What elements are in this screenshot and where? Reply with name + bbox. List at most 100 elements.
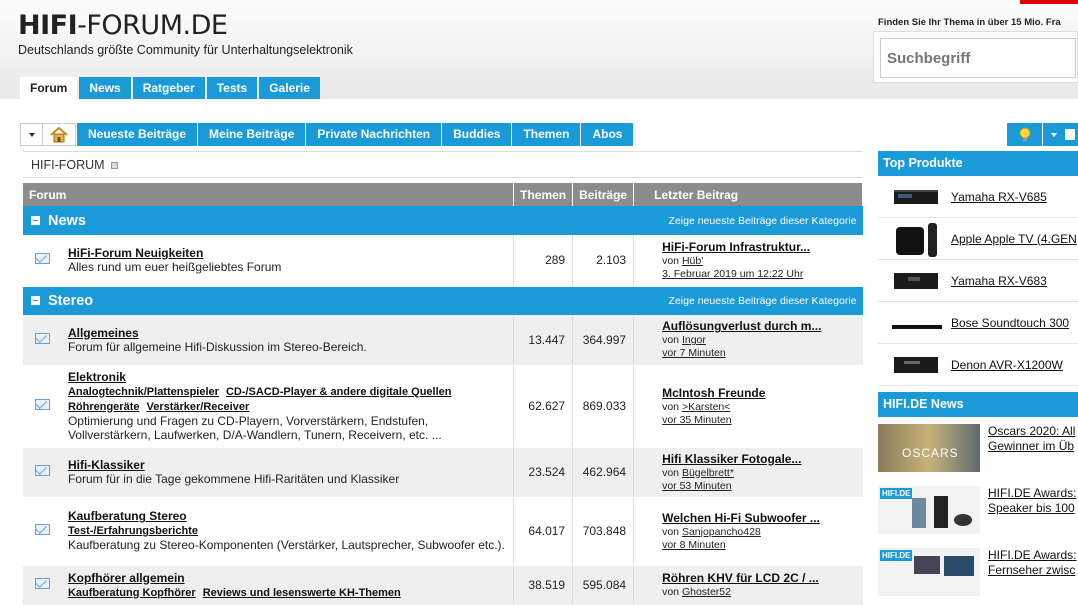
subforum-link[interactable]: Test-/Erfahrungsberichte — [68, 525, 198, 537]
tab-ratgeber[interactable]: Ratgeber — [132, 77, 205, 99]
last-post-user[interactable]: Ingor — [682, 334, 706, 346]
user-menu-button[interactable] — [1042, 123, 1078, 146]
last-post-von: von — [662, 254, 680, 267]
news-item[interactable]: OSCARS Oscars 2020: All Gewinner im Üb — [878, 417, 1078, 479]
last-post-title[interactable]: Röhren KHV für LCD 2C / ... — [662, 571, 862, 586]
lightbulb-icon — [1019, 127, 1031, 141]
nav-dropdown-button[interactable] — [20, 123, 42, 146]
home-icon — [50, 127, 68, 143]
last-post-title[interactable]: HiFi-Forum Infrastruktur... — [662, 240, 862, 255]
product-name[interactable]: Yamaha RX-V683 — [951, 274, 1047, 288]
last-post-title[interactable]: Hifi Klassiker Fotogale... — [662, 452, 862, 467]
product-name[interactable]: Apple Apple TV (4.GEN — [951, 232, 1077, 246]
last-post-time[interactable]: vor 8 Minuten — [662, 539, 862, 552]
forum-title[interactable]: Allgemeines — [68, 326, 507, 340]
col-beitraege-header: Beiträge — [572, 183, 635, 206]
last-post-user[interactable]: Hüb' — [682, 255, 703, 267]
last-post-time[interactable]: vor 7 Minuten — [662, 347, 862, 360]
category-name[interactable]: Stereo — [48, 293, 93, 309]
product-name[interactable]: Bose Soundtouch 300 — [951, 316, 1069, 330]
subforum-link[interactable]: Röhrengeräte — [68, 401, 140, 413]
last-post-title[interactable]: Auflösungverlust durch m... — [662, 319, 862, 334]
subforum-link[interactable]: Kaufberatung Kopfhörer — [68, 587, 196, 599]
product-item[interactable]: Bose Soundtouch 300 — [878, 302, 1078, 344]
tab-news[interactable]: News — [79, 77, 131, 99]
news-title-line1[interactable]: Oscars 2020: All — [988, 424, 1075, 439]
subnav-meine-beitraege[interactable]: Meine Beiträge — [197, 123, 306, 146]
breadcrumb-root[interactable]: HIFI-FORUM — [31, 158, 105, 172]
news-title-line1[interactable]: HIFI.DE Awards: — [988, 548, 1076, 563]
col-forum-header: Forum — [23, 183, 515, 206]
last-post-user[interactable]: Ghoster52 — [682, 586, 731, 598]
news-title-line2[interactable]: Gewinner im Üb — [988, 439, 1075, 454]
user-tools — [1006, 123, 1078, 146]
tab-tests[interactable]: Tests — [206, 77, 258, 99]
last-post: Hifi Klassiker Fotogale... von Bügelbrett… — [633, 447, 863, 498]
home-button[interactable] — [42, 123, 76, 146]
search-box — [873, 31, 1078, 83]
last-post-time[interactable]: vor 53 Minuten — [662, 480, 862, 493]
forum-status — [23, 315, 62, 366]
tab-forum[interactable]: Forum — [20, 77, 78, 99]
forum-info: Elektronik Analogtechnik/Plattenspieler CD… — [61, 365, 514, 448]
tab-galerie[interactable]: Galerie — [259, 77, 320, 99]
forum-title[interactable]: Elektronik — [68, 370, 507, 384]
collapse-icon[interactable] — [31, 295, 40, 305]
last-post-user[interactable]: Bügelbrett* — [682, 467, 734, 479]
category-name[interactable]: News — [48, 213, 86, 229]
last-post-title[interactable]: Welchen Hi-Fi Subwoofer ... — [662, 511, 862, 526]
breadcrumb-menu-icon[interactable] — [110, 162, 118, 169]
forum-title[interactable]: Hifi-Klassiker — [68, 458, 507, 472]
forum-info: HiFi-Forum Neuigkeiten Alles rund um euer… — [61, 235, 514, 287]
last-post-user[interactable]: Sanjopancho428 — [682, 526, 761, 538]
search-input[interactable] — [880, 38, 1076, 78]
subforum-link[interactable]: Analogtechnik/Plattenspieler — [68, 386, 219, 398]
sidebar: Top Produkte Yamaha RX-V685 Apple Apple … — [878, 151, 1078, 603]
news-item[interactable]: HIFI.DE HIFI.DE Awards: Fernseher zwisc — [878, 541, 1078, 603]
subnav-themen[interactable]: Themen — [511, 123, 581, 146]
forum-status — [23, 235, 62, 287]
last-post-von: von — [662, 525, 680, 538]
soundbar-icon — [878, 303, 944, 343]
product-name[interactable]: Yamaha RX-V685 — [951, 190, 1047, 204]
product-item[interactable]: Yamaha RX-V683 — [878, 260, 1078, 302]
product-item[interactable]: Apple Apple TV (4.GEN — [878, 218, 1078, 260]
last-post-von: von — [662, 586, 680, 598]
subforum-link[interactable]: Verstärker/Receiver — [146, 401, 249, 413]
category-title[interactable]: Stereo — [23, 286, 514, 315]
forum-beitraege-count: 462.964 — [572, 447, 635, 498]
forum-title[interactable]: HiFi-Forum Neuigkeiten — [68, 246, 507, 260]
news-title-line2[interactable]: Fernseher zwisc — [988, 563, 1076, 578]
subnav-neueste-beitraege[interactable]: Neueste Beiträge — [76, 123, 198, 146]
category-title[interactable]: News — [23, 206, 514, 235]
collapse-icon[interactable] — [31, 215, 40, 225]
news-title-line1[interactable]: HIFI.DE Awards: — [988, 486, 1076, 501]
product-name[interactable]: Denon AVR-X1200W — [951, 358, 1063, 372]
tips-button[interactable] — [1006, 123, 1042, 146]
subforum-link[interactable]: CD-/SACD-Player & andere digitale Quelle… — [226, 386, 452, 398]
product-item[interactable]: Yamaha RX-V685 — [878, 176, 1078, 218]
forum-status — [23, 497, 62, 566]
forum-beitraege-count: 364.997 — [572, 315, 635, 366]
news-item[interactable]: HIFI.DE HIFI.DE Awards: Speaker bis 100 — [878, 479, 1078, 541]
subforum-link[interactable]: Reviews und lesenswerte KH-Themen — [203, 587, 401, 599]
last-post-title[interactable]: McIntosh Freunde — [662, 386, 862, 401]
product-item[interactable]: Denon AVR-X1200W — [878, 344, 1078, 386]
forum-beitraege-count: 703.848 — [572, 497, 635, 566]
forum-title[interactable]: Kopfhörer allgemein — [68, 571, 507, 585]
col-last-post-header: Letzter Beitrag — [633, 183, 863, 206]
subnav-private-nachrichten[interactable]: Private Nachrichten — [305, 123, 442, 146]
news-title-line2[interactable]: Speaker bis 100 — [988, 501, 1076, 516]
forum-title[interactable]: Kaufberatung Stereo — [68, 509, 507, 523]
subnav-buddies[interactable]: Buddies — [441, 123, 512, 146]
last-post-time[interactable]: vor 35 Minuten — [662, 414, 862, 427]
subnav-abos[interactable]: Abos — [580, 123, 634, 146]
last-post-time[interactable]: 3. Februar 2019 um 12:22 Uhr — [662, 268, 862, 281]
last-post-user[interactable]: >Karsten< — [682, 401, 730, 413]
category-latest-link[interactable]: Zeige neueste Beiträge dieser Kategorie — [513, 286, 863, 315]
breadcrumb: HIFI-FORUM — [23, 151, 863, 178]
category-latest-link[interactable]: Zeige neueste Beiträge dieser Kategorie — [513, 206, 863, 235]
envelope-icon — [34, 332, 50, 344]
site-logo[interactable]: HIFI-FORUM.DE — [18, 10, 228, 42]
envelope-icon — [34, 253, 50, 265]
